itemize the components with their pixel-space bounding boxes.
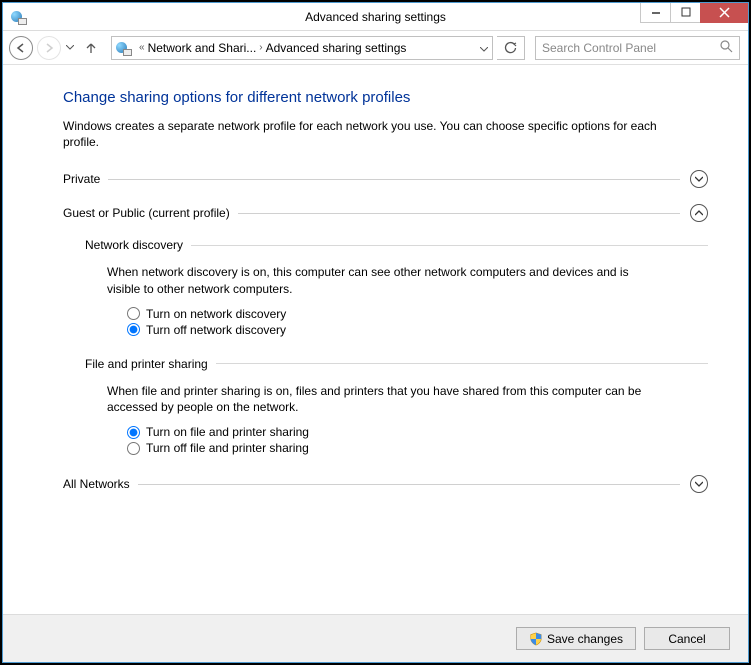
radio-group-discovery: Turn on network discovery Turn off netwo… [127, 307, 708, 337]
expand-button[interactable] [690, 170, 708, 188]
radio-input[interactable] [127, 323, 140, 336]
radio-option-sharing-off[interactable]: Turn off file and printer sharing [127, 441, 708, 455]
divider [191, 245, 708, 246]
nav-bar: « Network and Shari... › Advanced sharin… [3, 31, 748, 65]
chevron-down-icon [66, 45, 74, 50]
window-controls [640, 3, 748, 23]
maximize-button[interactable] [670, 3, 700, 23]
subsection-description: When file and printer sharing is on, fil… [107, 383, 657, 415]
radio-group-sharing: Turn on file and printer sharing Turn of… [127, 425, 708, 455]
search-input[interactable] [542, 41, 733, 55]
window: Advanced sharing settings [2, 2, 749, 663]
section-divider [238, 213, 680, 214]
back-arrow-icon [15, 42, 27, 54]
subsection-file-sharing: File and printer sharing When file and p… [85, 357, 708, 455]
save-changes-button[interactable]: Save changes [516, 627, 636, 650]
chevron-down-icon [480, 47, 488, 52]
chevron-up-icon [695, 210, 703, 216]
refresh-button[interactable] [497, 36, 525, 60]
breadcrumb-sep: « [139, 42, 145, 53]
section-header-private[interactable]: Private [63, 170, 708, 188]
subsection-header: File and printer sharing [85, 357, 708, 371]
radio-label: Turn off file and printer sharing [146, 441, 309, 455]
section-label: Guest or Public (current profile) [63, 206, 230, 220]
up-button[interactable] [79, 36, 103, 60]
up-arrow-icon [84, 41, 98, 55]
divider [216, 363, 708, 364]
forward-button[interactable] [37, 36, 61, 60]
radio-option-sharing-on[interactable]: Turn on file and printer sharing [127, 425, 708, 439]
section-label: Private [63, 172, 100, 186]
expand-button[interactable] [690, 475, 708, 493]
section-header-allnetworks[interactable]: All Networks [63, 475, 708, 493]
subsection-title: File and printer sharing [85, 357, 208, 371]
section-header-guest[interactable]: Guest or Public (current profile) [63, 204, 708, 222]
breadcrumb-item[interactable]: Network and Shari... [148, 41, 257, 55]
subsection-title: Network discovery [85, 238, 183, 252]
section-divider [138, 484, 680, 485]
section-label: All Networks [63, 477, 130, 491]
subsection-header: Network discovery [85, 238, 708, 252]
maximize-icon [681, 7, 691, 17]
radio-input[interactable] [127, 426, 140, 439]
cancel-button[interactable]: Cancel [644, 627, 730, 650]
close-icon [719, 7, 730, 18]
radio-option-discovery-off[interactable]: Turn off network discovery [127, 323, 708, 337]
radio-label: Turn on file and printer sharing [146, 425, 309, 439]
radio-option-discovery-on[interactable]: Turn on network discovery [127, 307, 708, 321]
footer: Save changes Cancel [3, 614, 748, 662]
refresh-icon [504, 41, 518, 55]
search-box[interactable] [535, 36, 740, 60]
title-bar: Advanced sharing settings [3, 3, 748, 31]
close-button[interactable] [700, 3, 748, 23]
chevron-down-icon [695, 481, 703, 487]
section-divider [108, 179, 680, 180]
back-button[interactable] [9, 36, 33, 60]
subsection-description: When network discovery is on, this compu… [107, 264, 657, 296]
radio-label: Turn on network discovery [146, 307, 286, 321]
history-dropdown[interactable] [65, 36, 75, 60]
radio-input[interactable] [127, 307, 140, 320]
radio-label: Turn off network discovery [146, 323, 286, 337]
window-title: Advanced sharing settings [305, 10, 446, 24]
minimize-icon [651, 7, 661, 17]
radio-input[interactable] [127, 442, 140, 455]
page-title: Change sharing options for different net… [63, 89, 708, 106]
breadcrumb-dropdown[interactable] [480, 41, 488, 55]
chevron-down-icon [695, 176, 703, 182]
button-label: Cancel [668, 632, 705, 646]
breadcrumb-item[interactable]: Advanced sharing settings [266, 41, 407, 55]
button-label: Save changes [547, 632, 623, 646]
forward-arrow-icon [43, 42, 55, 54]
intro-text: Windows creates a separate network profi… [63, 118, 673, 150]
breadcrumb[interactable]: « Network and Shari... › Advanced sharin… [111, 36, 493, 60]
subsection-network-discovery: Network discovery When network discovery… [85, 238, 708, 336]
network-sharing-icon [11, 9, 27, 25]
content-area: Change sharing options for different net… [3, 65, 748, 614]
breadcrumb-icon [116, 40, 132, 56]
minimize-button[interactable] [640, 3, 670, 23]
search-icon [720, 40, 733, 56]
uac-shield-icon [529, 632, 543, 646]
breadcrumb-chevron-icon: › [259, 42, 262, 53]
collapse-button[interactable] [690, 204, 708, 222]
